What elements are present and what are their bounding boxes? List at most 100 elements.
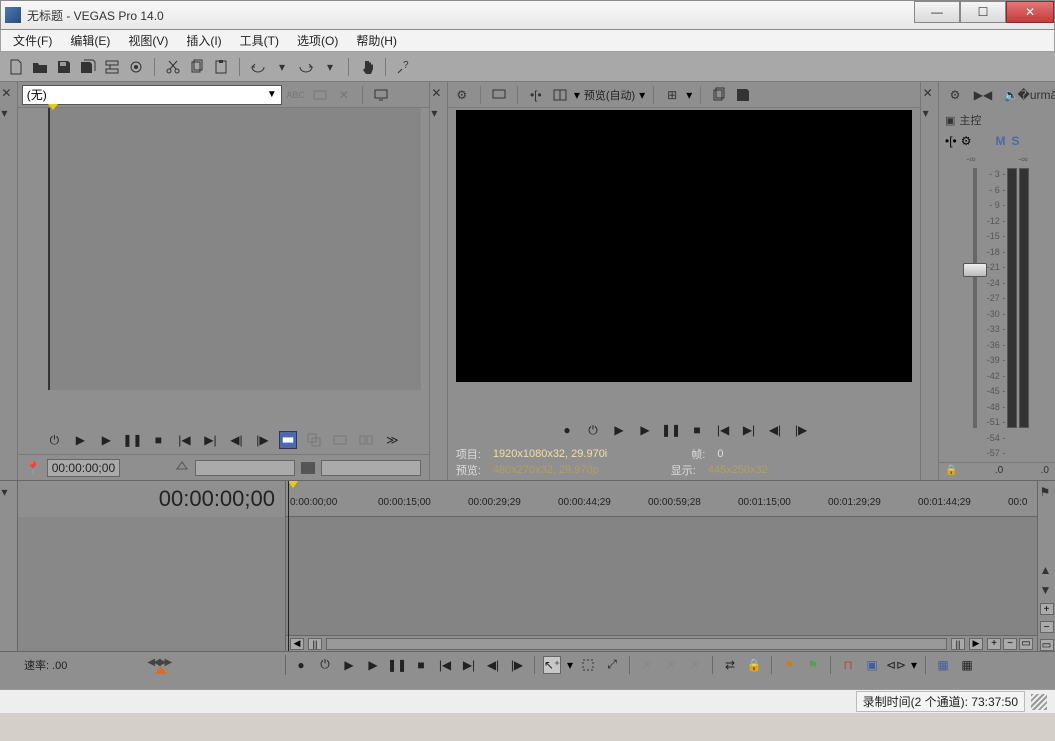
rate-slider[interactable]: ◀◀▶▶ bbox=[77, 655, 279, 675]
play-start-icon[interactable]: ▶ bbox=[610, 421, 628, 439]
maximize-button[interactable]: ☐ bbox=[960, 1, 1006, 23]
quantize-icon[interactable]: ▣ bbox=[863, 656, 881, 674]
properties-icon[interactable] bbox=[126, 57, 146, 77]
play-start-icon[interactable]: ▶ bbox=[340, 656, 358, 674]
close-button[interactable]: ✕ bbox=[1006, 1, 1054, 23]
add-to-timeline-icon[interactable] bbox=[279, 431, 297, 449]
play-start-icon[interactable]: ▶ bbox=[71, 431, 89, 449]
record-icon[interactable]: ● bbox=[292, 656, 310, 674]
insert-icon[interactable] bbox=[357, 431, 375, 449]
scroll-right-icon[interactable]: ▶ bbox=[969, 638, 983, 650]
timeline-counter[interactable]: 00:00:00;00 bbox=[18, 481, 285, 517]
undo-dropdown-icon[interactable]: ▾ bbox=[272, 57, 292, 77]
undo-icon[interactable] bbox=[248, 57, 268, 77]
cut-icon[interactable] bbox=[163, 57, 183, 77]
open-folder-icon[interactable] bbox=[30, 57, 50, 77]
next-frame-icon[interactable]: |▶ bbox=[792, 421, 810, 439]
loop-icon[interactable]: ⏻ bbox=[584, 421, 602, 439]
trimmer-timecode[interactable]: 00:00:00;00 bbox=[47, 459, 120, 477]
automation-icon[interactable]: ⚙ bbox=[961, 134, 972, 148]
scroll-down-icon[interactable]: ▼ bbox=[1040, 583, 1054, 597]
event-pan-icon[interactable]: ▦ bbox=[958, 656, 976, 674]
overlay-icon[interactable] bbox=[305, 431, 323, 449]
prev-frame-icon[interactable]: ◀| bbox=[484, 656, 502, 674]
lock-icon[interactable]: 🔒 bbox=[945, 465, 957, 476]
region-icon[interactable]: ⚑ bbox=[804, 656, 822, 674]
stop-icon[interactable]: ■ bbox=[149, 431, 167, 449]
volume-slider[interactable] bbox=[973, 168, 977, 428]
track-list[interactable] bbox=[18, 517, 285, 651]
copy-snapshot-icon[interactable] bbox=[709, 85, 729, 105]
expand-panel-icon[interactable]: ▾ bbox=[1, 106, 15, 120]
preview-settings-icon[interactable]: ⚙ bbox=[452, 85, 472, 105]
loop-icon[interactable]: ⏻ bbox=[316, 656, 334, 674]
play-icon[interactable]: ▶ bbox=[636, 421, 654, 439]
vzoom-out-icon[interactable]: − bbox=[1040, 621, 1054, 633]
timeline-canvas[interactable] bbox=[286, 517, 1037, 635]
output-fx-icon[interactable]: •[• bbox=[526, 85, 546, 105]
menu-view[interactable]: 视图(V) bbox=[120, 30, 176, 51]
trim-start-icon[interactable]: ✕ bbox=[638, 656, 656, 674]
mixer-settings-icon[interactable]: ⚙ bbox=[945, 85, 965, 105]
go-start-icon[interactable]: |◀ bbox=[714, 421, 732, 439]
zoom-fit-icon[interactable]: ▭ bbox=[1019, 638, 1033, 650]
menu-help[interactable]: 帮助(H) bbox=[348, 30, 405, 51]
go-start-icon[interactable]: |◀ bbox=[436, 656, 454, 674]
zoom-out-icon[interactable]: − bbox=[1003, 638, 1017, 650]
mute-button[interactable]: M bbox=[996, 134, 1006, 148]
timeline-ruler[interactable]: 0:00:00;00 00:00:15;00 00:00:29;29 00:00… bbox=[286, 481, 1037, 517]
marker-icon[interactable]: ⚑ bbox=[780, 656, 798, 674]
external-monitor-icon[interactable] bbox=[489, 85, 509, 105]
fx-chain-icon[interactable]: •[• bbox=[945, 134, 957, 148]
next-frame-icon[interactable]: |▶ bbox=[253, 431, 271, 449]
region-end-input[interactable] bbox=[321, 460, 421, 476]
snap-icon[interactable]: ⊓ bbox=[839, 656, 857, 674]
vzoom-in-icon[interactable]: + bbox=[1040, 603, 1054, 615]
split-screen-icon[interactable] bbox=[550, 85, 570, 105]
scroll-up-icon[interactable]: ▲ bbox=[1040, 563, 1054, 577]
monitor-icon[interactable] bbox=[371, 85, 391, 105]
pause-icon[interactable]: ❚❚ bbox=[662, 421, 680, 439]
go-end-icon[interactable]: ▶| bbox=[740, 421, 758, 439]
auto-crossfade-icon[interactable]: ⊲⊳ bbox=[887, 656, 905, 674]
slider-thumb[interactable] bbox=[963, 263, 987, 277]
vzoom-fit-icon[interactable]: ▭ bbox=[1040, 639, 1054, 651]
playhead[interactable] bbox=[288, 481, 289, 651]
redo-icon[interactable] bbox=[296, 57, 316, 77]
pause-icon[interactable]: ❚❚ bbox=[123, 431, 141, 449]
close-panel-icon[interactable]: ✕ bbox=[923, 86, 937, 100]
menu-options[interactable]: 选项(O) bbox=[289, 30, 346, 51]
scroll-left-icon[interactable]: ◀ bbox=[290, 638, 304, 650]
record-icon[interactable]: ● bbox=[558, 421, 576, 439]
split-icon[interactable]: ✕ bbox=[686, 656, 704, 674]
auto-ripple-icon[interactable]: ▦ bbox=[934, 656, 952, 674]
fit-icon[interactable] bbox=[331, 431, 349, 449]
marker-flag-icon[interactable]: ⚑ bbox=[1040, 485, 1054, 499]
scroll-track[interactable] bbox=[326, 638, 947, 650]
trimmer-view[interactable] bbox=[48, 108, 421, 390]
delete-trim-icon[interactable]: ✕ bbox=[334, 85, 354, 105]
go-end-icon[interactable]: ▶| bbox=[201, 431, 219, 449]
selection-tool-icon[interactable] bbox=[579, 656, 597, 674]
cursor-marker-icon[interactable] bbox=[288, 481, 298, 488]
help-icon[interactable]: ? bbox=[394, 57, 414, 77]
redo-dropdown-icon[interactable]: ▾ bbox=[320, 57, 340, 77]
dim-output-icon[interactable]: ▶◀ bbox=[973, 85, 993, 105]
menu-edit[interactable]: 编辑(E) bbox=[62, 30, 118, 51]
play-icon[interactable]: ▶ bbox=[364, 656, 382, 674]
zoom-in-icon[interactable]: + bbox=[987, 638, 1001, 650]
preview-quality-label[interactable]: 预览(自动) bbox=[584, 87, 635, 103]
menu-tools[interactable]: 工具(T) bbox=[232, 30, 287, 51]
fx-icon[interactable] bbox=[310, 85, 330, 105]
new-file-icon[interactable] bbox=[6, 57, 26, 77]
ripple-icon[interactable]: ⇄ bbox=[721, 656, 739, 674]
loop-region-icon[interactable] bbox=[175, 459, 189, 476]
close-panel-icon[interactable]: ✕ bbox=[431, 86, 445, 100]
touch-icon[interactable] bbox=[357, 57, 377, 77]
zoom-tool-icon[interactable]: ⤢ bbox=[603, 656, 621, 674]
minimize-button[interactable]: — bbox=[914, 1, 960, 23]
go-start-icon[interactable]: |◀ bbox=[175, 431, 193, 449]
expand-panel-icon[interactable]: ▾ bbox=[431, 106, 445, 120]
trimmer-media-dropdown[interactable]: (无) ▼ bbox=[22, 85, 282, 105]
scroll-right-icon[interactable]: || bbox=[951, 638, 965, 650]
